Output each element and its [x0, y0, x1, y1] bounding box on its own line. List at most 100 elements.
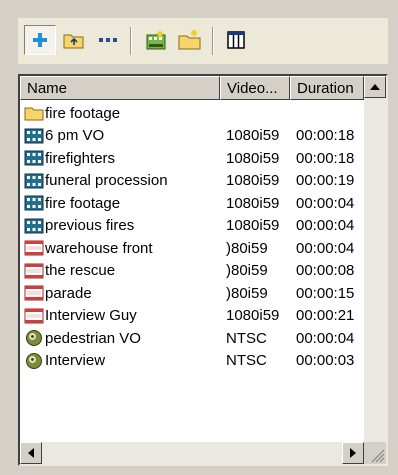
video-clip-icon	[24, 194, 44, 212]
cell-video-format: )80i59	[226, 239, 268, 257]
item-name: Interview	[45, 352, 106, 370]
new-folder-icon	[178, 29, 201, 50]
sequence-icon	[24, 284, 44, 302]
scroll-left-button[interactable]	[20, 442, 42, 464]
cell-duration: 00:00:15	[296, 284, 355, 302]
column-header-video-format[interactable]: Video...	[220, 76, 290, 100]
cell-name: firefighters	[20, 149, 220, 167]
cell-name: 6 pm VO	[20, 127, 220, 145]
columns-view-icon	[227, 31, 245, 49]
cell-duration: 00:00:04	[296, 239, 355, 257]
resize-grip-icon	[371, 449, 385, 463]
column-header-duration[interactable]: Duration	[290, 76, 364, 100]
cell-video-format: NTSC	[226, 329, 267, 347]
list-rows: fire footage 6 pm VO 1080i59 00:00:18 firefi…	[20, 102, 364, 372]
list-item[interactable]: firefighters 1080i59 00:00:18	[20, 147, 364, 170]
cell-video-format: 1080i59	[226, 194, 280, 212]
cell-name: previous fires	[20, 217, 220, 235]
new-bin-button[interactable]	[140, 25, 172, 55]
cell-name: fire footage	[20, 194, 220, 212]
column-header-name[interactable]: Name	[20, 76, 220, 100]
audio-clip-icon	[24, 352, 44, 370]
list-item[interactable]: the rescue )80i59 00:00:08	[20, 260, 364, 283]
cell-name: warehouse front	[20, 239, 220, 257]
cell-duration: 00:00:08	[296, 262, 355, 280]
list-item[interactable]: Interview Guy 1080i59 00:00:21	[20, 305, 364, 328]
new-folder-button[interactable]	[174, 25, 206, 55]
list-item[interactable]: pedestrian VO NTSC 00:00:04	[20, 327, 364, 350]
toolbar-separator	[130, 27, 132, 55]
more-icon	[99, 38, 117, 42]
cell-name: fire footage	[20, 104, 220, 122]
item-name: warehouse front	[45, 239, 153, 257]
item-name: fire footage	[45, 194, 121, 212]
scroll-up-button[interactable]	[364, 76, 386, 98]
item-name: 6 pm VO	[45, 127, 105, 145]
video-clip-icon	[24, 127, 44, 145]
vertical-scrollbar[interactable]	[364, 76, 386, 442]
folder-up-button[interactable]	[58, 25, 90, 55]
cell-name: Interview	[20, 352, 220, 370]
list-item[interactable]: previous fires 1080i59 00:00:04	[20, 215, 364, 238]
list-item[interactable]: Interview NTSC 00:00:03	[20, 350, 364, 373]
item-name: Interview Guy	[45, 307, 137, 325]
cell-duration: 00:00:04	[296, 194, 355, 212]
item-name: fire footage	[45, 104, 121, 122]
toolbar-separator	[212, 27, 214, 55]
new-bin-icon	[146, 30, 166, 50]
video-clip-icon	[24, 172, 44, 190]
list-item[interactable]: parade )80i59 00:00:15	[20, 282, 364, 305]
folder-icon	[24, 104, 44, 122]
more-button[interactable]	[92, 25, 124, 55]
cell-video-format: 1080i59	[226, 172, 280, 190]
cell-name: parade	[20, 284, 220, 302]
list-item[interactable]: funeral procession 1080i59 00:00:19	[20, 170, 364, 193]
video-clip-icon	[24, 217, 44, 235]
list-item[interactable]: warehouse front )80i59 00:00:04	[20, 237, 364, 260]
sequence-icon	[24, 307, 44, 325]
cell-duration: 00:00:03	[296, 352, 355, 370]
cell-duration: 00:00:18	[296, 127, 355, 145]
horizontal-scrollbar[interactable]	[20, 442, 364, 464]
bin-toolbar	[18, 18, 388, 64]
sequence-icon	[24, 262, 44, 280]
cell-duration: 00:00:21	[296, 307, 355, 325]
audio-clip-icon	[24, 329, 44, 347]
arrow-up-icon	[370, 84, 380, 90]
arrow-left-icon	[28, 448, 34, 458]
item-name: previous fires	[45, 217, 135, 235]
item-name: pedestrian VO	[45, 329, 141, 347]
cell-duration: 00:00:04	[296, 217, 355, 235]
list-item[interactable]: fire footage 1080i59 00:00:04	[20, 192, 364, 215]
folder-up-icon	[63, 34, 84, 49]
cell-video-format: NTSC	[226, 352, 267, 370]
cell-video-format: 1080i59	[226, 127, 280, 145]
add-button[interactable]	[24, 25, 56, 55]
list-item[interactable]: 6 pm VO 1080i59 00:00:18	[20, 125, 364, 148]
item-name: the rescue	[45, 262, 116, 280]
item-name: firefighters	[45, 149, 116, 167]
item-name: parade	[45, 284, 92, 302]
bin-panel: Name Video... Duration fire footage 6 pm …	[0, 0, 398, 475]
list-header: Name Video... Duration	[20, 76, 364, 100]
cell-name: the rescue	[20, 262, 220, 280]
cell-name: pedestrian VO	[20, 329, 220, 347]
cell-duration: 00:00:18	[296, 149, 355, 167]
cell-video-format: 1080i59	[226, 217, 280, 235]
video-clip-icon	[24, 149, 44, 167]
cell-duration: 00:00:04	[296, 329, 355, 347]
resize-grip[interactable]	[364, 442, 386, 464]
cell-name: funeral procession	[20, 172, 220, 190]
cell-video-format: )80i59	[226, 284, 268, 302]
sequence-icon	[24, 239, 44, 257]
cell-duration: 00:00:19	[296, 172, 355, 190]
scroll-right-button[interactable]	[342, 442, 364, 464]
cell-video-format: )80i59	[226, 262, 268, 280]
columns-view-button[interactable]	[220, 25, 252, 55]
clip-list[interactable]: Name Video... Duration fire footage 6 pm …	[18, 74, 388, 466]
cell-video-format: 1080i59	[226, 149, 280, 167]
list-item[interactable]: fire footage	[20, 102, 364, 125]
item-name: funeral procession	[45, 172, 168, 190]
arrow-right-icon	[350, 448, 356, 458]
cell-name: Interview Guy	[20, 307, 220, 325]
